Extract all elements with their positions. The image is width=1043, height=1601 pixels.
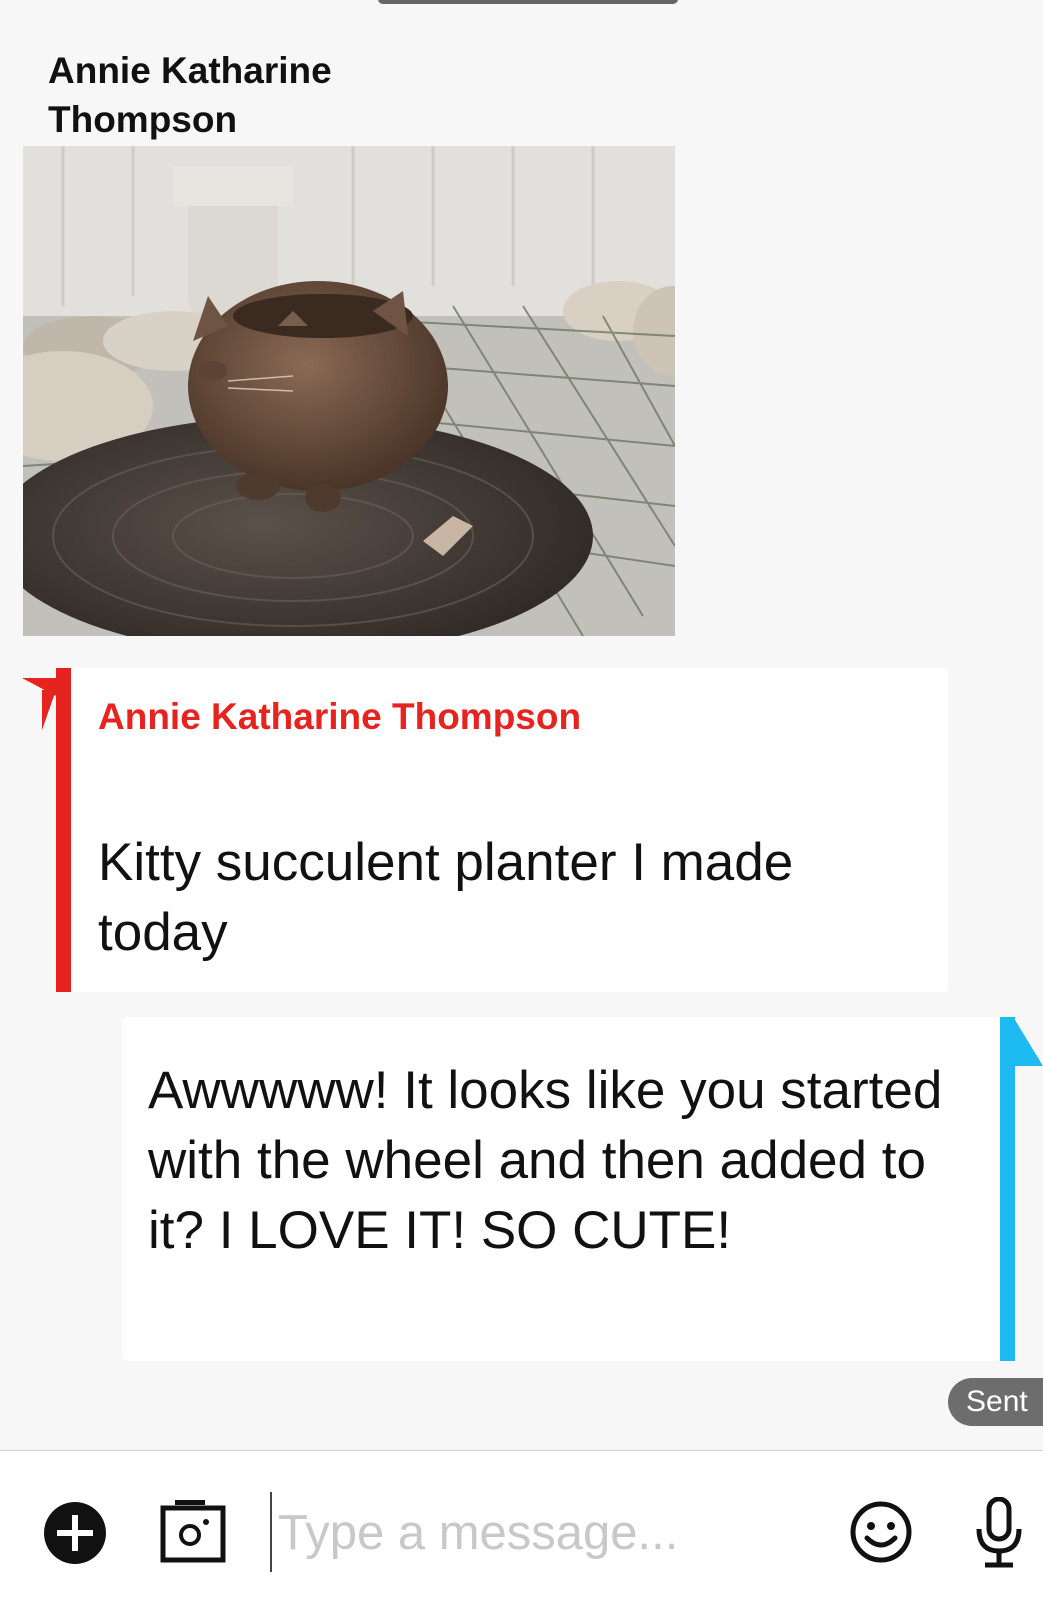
incoming-message-text: Kitty succulent planter I made today bbox=[98, 833, 794, 962]
sent-status-badge: Sent bbox=[948, 1378, 1043, 1426]
drag-handle[interactable] bbox=[378, 0, 678, 4]
message-input[interactable] bbox=[272, 1500, 818, 1566]
shared-photo[interactable] bbox=[23, 146, 675, 636]
emoji-icon[interactable] bbox=[849, 1500, 913, 1564]
message-author: Annie Katharine Thompson bbox=[98, 696, 582, 737]
incoming-bubble-tail bbox=[42, 690, 56, 730]
incoming-bubble-tail-top bbox=[22, 678, 56, 696]
sender-name: Annie Katharine Thompson bbox=[48, 50, 332, 140]
incoming-accent-bar bbox=[56, 668, 71, 992]
outgoing-bubble-tail bbox=[1015, 1020, 1043, 1066]
plus-icon[interactable] bbox=[43, 1501, 107, 1565]
outgoing-accent-bar bbox=[1000, 1017, 1015, 1361]
camera-icon[interactable] bbox=[160, 1498, 226, 1564]
outgoing-message-text: Awwwww! It looks like you started with t… bbox=[148, 1061, 943, 1260]
pottery-photo-image bbox=[23, 146, 675, 636]
microphone-icon[interactable] bbox=[975, 1496, 1023, 1569]
